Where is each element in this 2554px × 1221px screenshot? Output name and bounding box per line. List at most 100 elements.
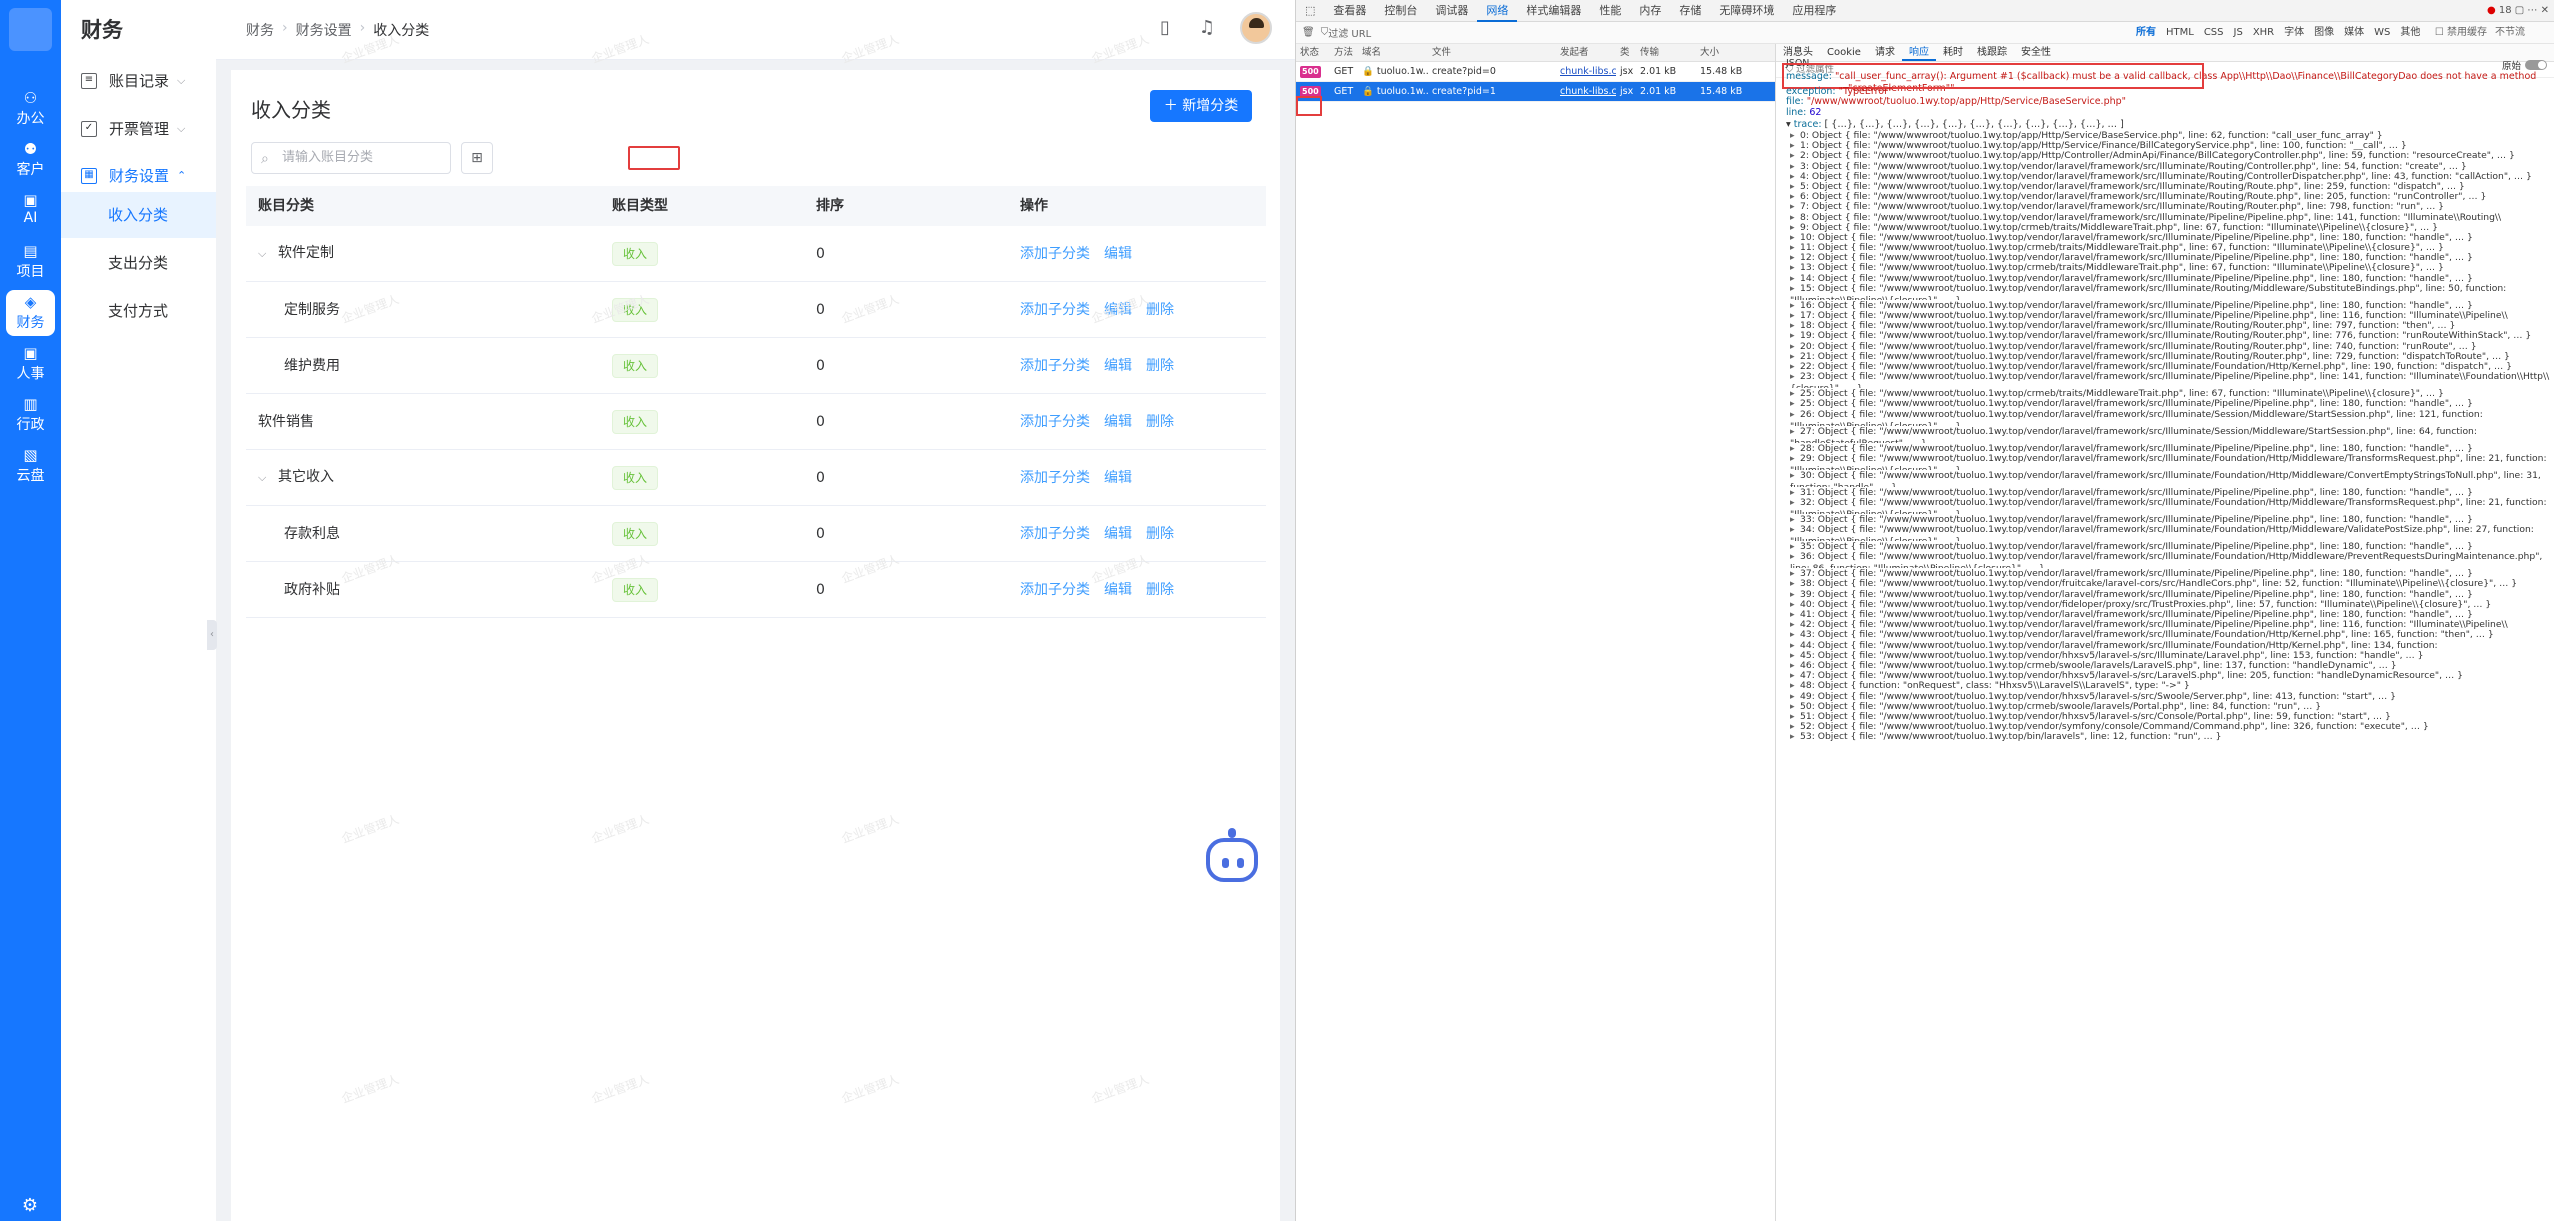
inspect-picker-icon[interactable]: ⬚ <box>1296 0 1324 22</box>
trace-item[interactable]: ▸ 48: Object { function: "onRequest", cla… <box>1790 680 2550 690</box>
rail-item-cloud[interactable]: ▧ 云盘 <box>0 443 61 489</box>
request-row[interactable]: 500 GET 🔒 tuoluo.1w... create?pid=0 chunk-li… <box>1296 62 1775 82</box>
devtools-tab[interactable]: 应用程序 <box>1783 0 1845 22</box>
subnav-item-expense-category[interactable]: 支出分类 <box>61 240 216 286</box>
add-category-button[interactable]: ＋ 新增分类 <box>1150 90 1252 122</box>
breadcrumb-item[interactable]: 财务 <box>246 20 274 40</box>
trace-item[interactable]: ▸ 15: Object { file: "/www/wwwroot/tuoluo… <box>1790 283 2550 300</box>
trace-item[interactable]: ▸ 30: Object { file: "/www/wwwroot/tuoluo… <box>1790 470 2550 487</box>
type-filter-tab[interactable]: HTML <box>2166 22 2194 44</box>
trace-item[interactable]: ▸ 13: Object { file: "/www/wwwroot/tuoluo… <box>1790 262 2550 272</box>
assistant-robot-icon[interactable] <box>1202 828 1262 884</box>
trace-item[interactable]: ▸ 51: Object { file: "/www/wwwroot/tuoluo… <box>1790 711 2550 721</box>
trace-item[interactable]: ▸ 14: Object { file: "/www/wwwroot/tuoluo… <box>1790 273 2550 283</box>
trace-item[interactable]: ▸ 4: Object { file: "/www/wwwroot/tuoluo.… <box>1790 171 2550 181</box>
trace-item[interactable]: ▸ 7: Object { file: "/www/wwwroot/tuoluo.… <box>1790 201 2550 211</box>
trace-item[interactable]: ▸ 21: Object { file: "/www/wwwroot/tuoluo… <box>1790 351 2550 361</box>
delete-link[interactable]: 删除 <box>1146 414 1174 430</box>
trace-item[interactable]: ▸ 20: Object { file: "/www/wwwroot/tuoluo… <box>1790 341 2550 351</box>
trace-item[interactable]: ▸ 6: Object { file: "/www/wwwroot/tuoluo.… <box>1790 191 2550 201</box>
column-header[interactable]: 大小 <box>1696 44 1756 61</box>
avatar[interactable] <box>1240 12 1272 44</box>
type-filter-tab[interactable]: JS <box>2234 22 2243 44</box>
subnav-item-payment-method[interactable]: 支付方式 <box>61 288 216 334</box>
column-header[interactable]: 方法 <box>1330 44 1358 61</box>
column-header[interactable]: 状态 <box>1296 44 1330 61</box>
throttle-select[interactable]: 不节流 <box>2495 22 2525 44</box>
devtools-tab[interactable]: 无障碍环境 <box>1710 0 1783 22</box>
devtools-tab[interactable]: 查看器 <box>1324 0 1375 22</box>
trace-item[interactable]: ▸ 10: Object { file: "/www/wwwroot/tuoluo… <box>1790 232 2550 242</box>
type-filter-tab[interactable]: 所有 <box>2136 22 2156 44</box>
column-header[interactable]: 文件 <box>1428 44 1556 61</box>
settings-gear-icon[interactable]: ⚙ <box>18 1195 42 1219</box>
subnav-group-invoice[interactable]: ✓ 开票管理 ⌵ <box>81 118 185 139</box>
add-subcategory-link[interactable]: 添加子分类 <box>1020 582 1090 598</box>
trace-item[interactable]: ▸ 17: Object { file: "/www/wwwroot/tuoluo… <box>1790 310 2550 320</box>
column-header[interactable]: 类 <box>1616 44 1636 61</box>
trace-item[interactable]: ▸ 29: Object { file: "/www/wwwroot/tuoluo… <box>1790 453 2550 470</box>
trace-item[interactable]: ▸ 2: Object { file: "/www/wwwroot/tuoluo.… <box>1790 150 2550 160</box>
edit-link[interactable]: 编辑 <box>1104 358 1132 374</box>
trace-item[interactable]: ▸ 43: Object { file: "/www/wwwroot/tuoluo… <box>1790 629 2550 639</box>
edit-link[interactable]: 编辑 <box>1104 470 1132 486</box>
trace-item[interactable]: ▸ 52: Object { file: "/www/wwwroot/tuoluo… <box>1790 721 2550 731</box>
document-icon[interactable]: ▯ <box>1154 17 1176 39</box>
add-subcategory-link[interactable]: 添加子分类 <box>1020 302 1090 318</box>
trace-item[interactable]: ▸ 26: Object { file: "/www/wwwroot/tuoluo… <box>1790 409 2550 426</box>
bell-icon[interactable]: ♫ <box>1196 17 1218 39</box>
trace-item[interactable]: ▸ 3: Object { file: "/www/wwwroot/tuoluo.… <box>1790 161 2550 171</box>
trace-item[interactable]: ▸ 9: Object { file: "/www/wwwroot/tuoluo.… <box>1790 222 2550 232</box>
devtools-tab[interactable]: 控制台 <box>1375 0 1426 22</box>
rail-item-hr[interactable]: ▣ 人事 <box>0 341 61 387</box>
type-filter-tab[interactable]: XHR <box>2253 22 2274 44</box>
subnav-group-settings[interactable]: ▦ 财务设置 ⌃ <box>81 165 186 186</box>
chevron-down-icon[interactable]: ⌵ <box>258 234 270 274</box>
trace-item[interactable]: ▸ 0: Object { file: "/www/wwwroot/tuoluo.… <box>1790 130 2550 140</box>
trace-item[interactable]: ▸ 32: Object { file: "/www/wwwroot/tuoluo… <box>1790 497 2550 514</box>
trace-item[interactable]: ▸ 36: Object { file: "/www/wwwroot/tuoluo… <box>1790 551 2550 568</box>
rail-item-project[interactable]: ▤ 项目 <box>0 239 61 285</box>
edit-link[interactable]: 编辑 <box>1104 582 1132 598</box>
initiator-link[interactable]: chunk-libs.c... <box>1560 86 1616 97</box>
more-icon[interactable]: ⋯ <box>2527 5 2537 16</box>
subnav-item-income-category[interactable]: 收入分类 <box>61 192 216 238</box>
trace-item[interactable]: ▸ 50: Object { file: "/www/wwwroot/tuoluo… <box>1790 701 2550 711</box>
gift-filter-button[interactable]: ⊞ <box>461 142 493 174</box>
collapse-sidebar-handle[interactable]: ‹ <box>207 620 217 650</box>
trace-item[interactable]: ▸ 11: Object { file: "/www/wwwroot/tuoluo… <box>1790 242 2550 252</box>
trace-item[interactable]: ▸ 28: Object { file: "/www/wwwroot/tuoluo… <box>1790 443 2550 453</box>
trace-item[interactable]: ▸ 42: Object { file: "/www/wwwroot/tuoluo… <box>1790 619 2550 629</box>
add-subcategory-link[interactable]: 添加子分类 <box>1020 470 1090 486</box>
response-tab[interactable]: 请求 <box>1868 44 1902 61</box>
disable-cache-checkbox[interactable]: ☐ 禁用缓存 <box>2435 22 2487 44</box>
rail-item-admin[interactable]: ▥ 行政 <box>0 392 61 438</box>
type-filter-tab[interactable]: 字体 <box>2284 22 2304 44</box>
type-filter-tab[interactable]: 其他 <box>2400 22 2420 44</box>
response-tab[interactable]: 栈跟踪 <box>1970 44 2014 61</box>
trace-item[interactable]: ▸ 41: Object { file: "/www/wwwroot/tuoluo… <box>1790 609 2550 619</box>
trace-item[interactable]: ▸ 53: Object { file: "/www/wwwroot/tuoluo… <box>1790 731 2550 741</box>
devtools-tab[interactable]: 存储 <box>1670 0 1710 22</box>
trace-item[interactable]: ▸ 1: Object { file: "/www/wwwroot/tuoluo.… <box>1790 140 2550 150</box>
response-tab[interactable]: 响应 <box>1901 44 1936 61</box>
rail-item-ai[interactable]: ▣ AI <box>0 188 61 234</box>
rail-item-office[interactable]: ⚇ 办公 <box>0 86 61 132</box>
devtools-tab[interactable]: 调试器 <box>1426 0 1477 22</box>
filter-url-input[interactable]: 过滤 URL <box>1328 25 1371 40</box>
trace-item[interactable]: ▸ 33: Object { file: "/www/wwwroot/tuoluo… <box>1790 514 2550 524</box>
type-filter-tab[interactable]: CSS <box>2204 22 2224 44</box>
response-tab[interactable]: 安全性 <box>2014 44 2058 61</box>
trace-item[interactable]: ▸ 38: Object { file: "/www/wwwroot/tuoluo… <box>1790 578 2550 588</box>
trace-item[interactable]: ▸ 23: Object { file: "/www/wwwroot/tuoluo… <box>1790 371 2550 388</box>
type-filter-tab[interactable]: WS <box>2374 22 2390 44</box>
trace-item[interactable]: ▸ 40: Object { file: "/www/wwwroot/tuoluo… <box>1790 599 2550 609</box>
trace-item[interactable]: ▸ 37: Object { file: "/www/wwwroot/tuoluo… <box>1790 568 2550 578</box>
trace-item[interactable]: ▸ 34: Object { file: "/www/wwwroot/tuoluo… <box>1790 524 2550 541</box>
request-row[interactable]: 500 GET 🔒 tuoluo.1w... create?pid=1 chunk-li… <box>1296 82 1775 102</box>
trace-item[interactable]: ▸ 22: Object { file: "/www/wwwroot/tuoluo… <box>1790 361 2550 371</box>
type-filter-tab[interactable]: 图像 <box>2314 22 2334 44</box>
devtools-tab[interactable]: 网络 <box>1477 0 1518 22</box>
edit-link[interactable]: 编辑 <box>1104 414 1132 430</box>
response-tab[interactable]: 耗时 <box>1936 44 1970 61</box>
